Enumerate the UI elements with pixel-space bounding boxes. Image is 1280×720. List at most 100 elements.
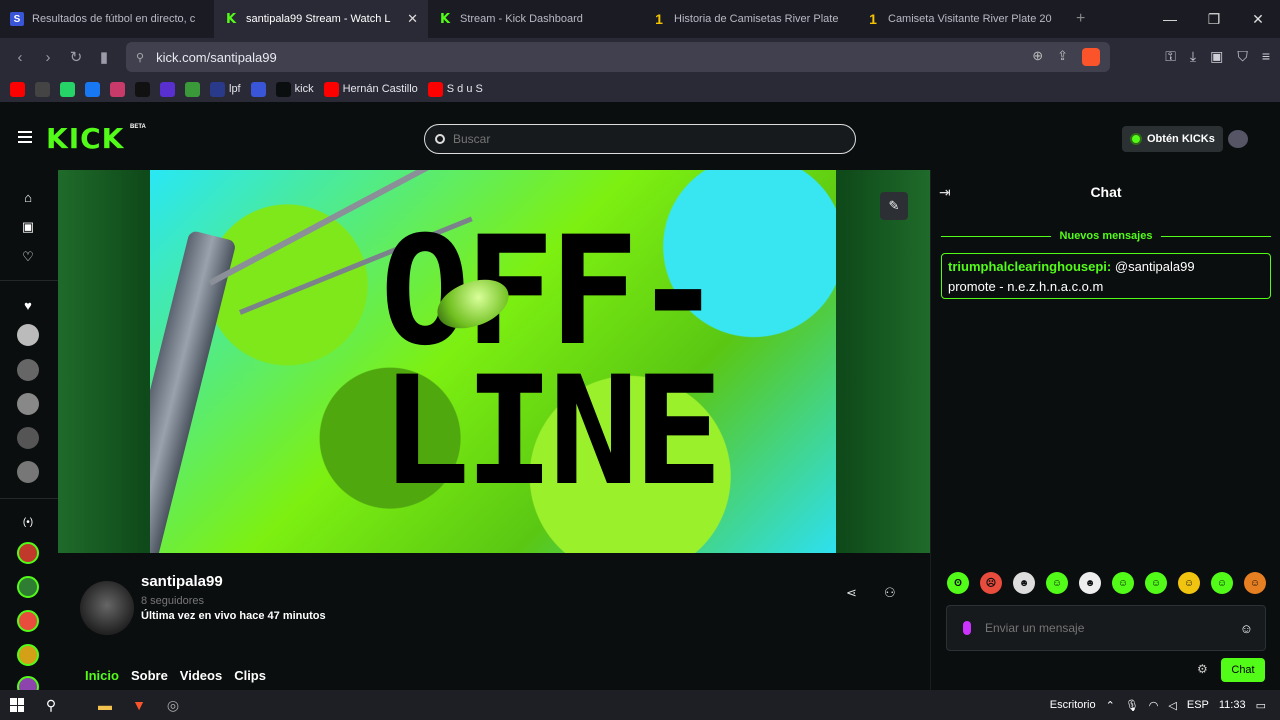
wifi-icon[interactable]: ◠ — [1149, 699, 1159, 712]
address-bar[interactable]: ⚲ kick.com/santipala99 ⊕ ⇪ — [126, 42, 1110, 72]
emote-icon[interactable]: ☺ — [1046, 572, 1068, 594]
app-icon[interactable]: ◎ — [156, 697, 190, 714]
home-icon[interactable]: ⌂ — [17, 186, 39, 208]
volume-icon[interactable]: ◁ — [1168, 699, 1176, 712]
recommended-channel-avatar[interactable] — [17, 644, 39, 666]
brave-shields-icon[interactable] — [1082, 48, 1100, 66]
emote-icon[interactable]: ☺ — [1145, 572, 1167, 594]
tab-sobre[interactable]: Sobre — [131, 668, 168, 683]
emote-icon[interactable]: ☺ — [1244, 572, 1266, 594]
bookmark-item[interactable]: kick — [275, 81, 314, 97]
bookmark-item[interactable]: Hernán Castillo — [323, 81, 418, 97]
forward-icon[interactable]: › — [34, 49, 62, 66]
channel-avatar[interactable] — [80, 581, 134, 635]
followed-channel-avatar[interactable] — [17, 324, 39, 346]
bookmark-item[interactable] — [10, 81, 25, 97]
get-kicks-button[interactable]: Obtén KICKs — [1122, 126, 1223, 152]
emote-icon[interactable]: ʘ — [947, 572, 969, 594]
close-tab-icon[interactable]: ✕ — [407, 11, 418, 27]
recommended-channel-avatar[interactable] — [17, 610, 39, 632]
bookmark-item[interactable] — [85, 81, 100, 97]
follow-user-icon[interactable]: ⚇ — [884, 585, 896, 601]
browser-tab[interactable]: K Stream - Kick Dashboard — [428, 0, 642, 38]
browser-tab[interactable]: 1 Historia de Camisetas River Plate — [642, 0, 856, 38]
reload-icon[interactable]: ↻ — [62, 48, 90, 66]
bookmark-item[interactable] — [135, 81, 150, 97]
bookmark-item[interactable]: S d u S — [427, 81, 483, 97]
language-indicator[interactable]: ESP — [1187, 699, 1209, 711]
bookmark-item[interactable] — [110, 81, 125, 97]
site-info-icon[interactable]: ⚲ — [136, 51, 144, 64]
clock[interactable]: 11:33 — [1219, 699, 1246, 711]
browse-icon[interactable]: ▣ — [17, 216, 39, 238]
chat-input-box[interactable]: ☺ — [946, 605, 1266, 651]
emote-icon[interactable]: ☻ — [1013, 572, 1035, 594]
recommended-channel-avatar[interactable] — [17, 542, 39, 564]
emote-icon[interactable]: ☺ — [1211, 572, 1233, 594]
followed-channel-avatar[interactable] — [17, 393, 39, 415]
emoji-picker-icon[interactable]: ☺ — [1240, 621, 1253, 636]
followed-channel-avatar[interactable] — [17, 359, 39, 381]
emote-icon[interactable]: ☹ — [980, 572, 1002, 594]
search-icon[interactable]: ⚲ — [34, 697, 68, 714]
minimize-icon[interactable]: — — [1148, 11, 1192, 27]
channel-name[interactable]: santipala99 — [141, 573, 223, 590]
browser-tab-active[interactable]: K santipala99 Stream - Watch L ✕ — [214, 0, 428, 38]
tab-title: santipala99 Stream - Watch L — [246, 13, 391, 25]
followed-channel-avatar[interactable] — [17, 461, 39, 483]
hamburger-menu-icon[interactable] — [18, 131, 32, 146]
bookmark-item[interactable] — [160, 81, 175, 97]
desktop-label[interactable]: Escritorio — [1050, 699, 1096, 711]
search-input[interactable] — [453, 132, 833, 146]
tab-title: Historia de Camisetas River Plate — [674, 13, 839, 25]
bookmark-icon[interactable]: ▮ — [90, 48, 118, 66]
windows-start-icon[interactable] — [10, 698, 24, 712]
bookmark-item[interactable]: lpf — [210, 81, 241, 97]
tab-clips[interactable]: Clips — [234, 668, 266, 683]
bookmark-item[interactable] — [185, 81, 200, 97]
reader-icon[interactable]: ▣ — [1210, 48, 1223, 65]
share-icon[interactable]: ⋖ — [846, 585, 857, 601]
user-avatar[interactable] — [1228, 130, 1248, 148]
vpn-icon[interactable]: ⛉ — [1237, 48, 1248, 65]
kick-mic-icon — [963, 621, 971, 635]
zoom-icon[interactable]: ⊕ — [1032, 48, 1043, 66]
new-tab-icon[interactable]: + — [1076, 10, 1085, 28]
browser-tab[interactable]: S Resultados de fútbol en directo, c — [0, 0, 214, 38]
brave-browser-icon[interactable]: ▼ — [122, 697, 156, 713]
bookmark-item[interactable] — [60, 81, 75, 97]
chat-title: Chat — [1090, 184, 1122, 200]
recommended-channel-avatar[interactable] — [17, 576, 39, 598]
tab-videos[interactable]: Videos — [180, 668, 222, 683]
bookmark-item[interactable] — [250, 81, 266, 97]
browser-tab[interactable]: 1 Camiseta Visitante River Plate 20 — [856, 0, 1070, 38]
emote-icon[interactable]: ☻ — [1079, 572, 1101, 594]
notifications-icon[interactable]: ▭ — [1256, 699, 1266, 712]
tab-inicio[interactable]: Inicio — [85, 668, 119, 683]
emote-icon[interactable]: ☺ — [1178, 572, 1200, 594]
tab-title: Resultados de fútbol en directo, c — [32, 13, 196, 25]
file-explorer-icon[interactable]: ▬ — [88, 697, 122, 713]
menu-icon[interactable]: ≡ — [1262, 48, 1270, 65]
chat-message-input[interactable] — [985, 621, 1225, 635]
followed-channel-avatar[interactable] — [17, 427, 39, 449]
chat-settings-icon[interactable]: ⚙ — [1197, 662, 1208, 676]
chat-send-button[interactable]: Chat — [1221, 658, 1265, 682]
emote-icon[interactable]: ☺ — [1112, 572, 1134, 594]
maximize-icon[interactable]: ❐ — [1192, 11, 1236, 28]
message-username[interactable]: triumphalclearinghousepi: — [948, 259, 1111, 274]
download-icon[interactable]: ⤓ — [1190, 48, 1196, 65]
collapse-chat-icon[interactable]: ⇥ — [939, 184, 951, 201]
search-bar[interactable] — [424, 124, 856, 154]
microphone-icon[interactable]: 🎙 — [1125, 699, 1139, 712]
edit-banner-icon[interactable]: ✎ — [880, 192, 908, 220]
back-icon[interactable]: ‹ — [6, 49, 34, 66]
bookmark-item[interactable] — [35, 81, 50, 97]
close-window-icon[interactable]: ✕ — [1236, 11, 1280, 28]
tray-chevron-icon[interactable]: ⌃ — [1106, 699, 1115, 712]
kick-logo[interactable]: KICK — [46, 122, 124, 155]
video-player[interactable]: OFF- LINE ✎ — [58, 170, 930, 553]
following-heart-icon[interactable]: ♡ — [17, 246, 39, 268]
share-icon[interactable]: ⇪ — [1057, 48, 1068, 66]
key-icon[interactable]: ⚿ — [1165, 48, 1176, 65]
